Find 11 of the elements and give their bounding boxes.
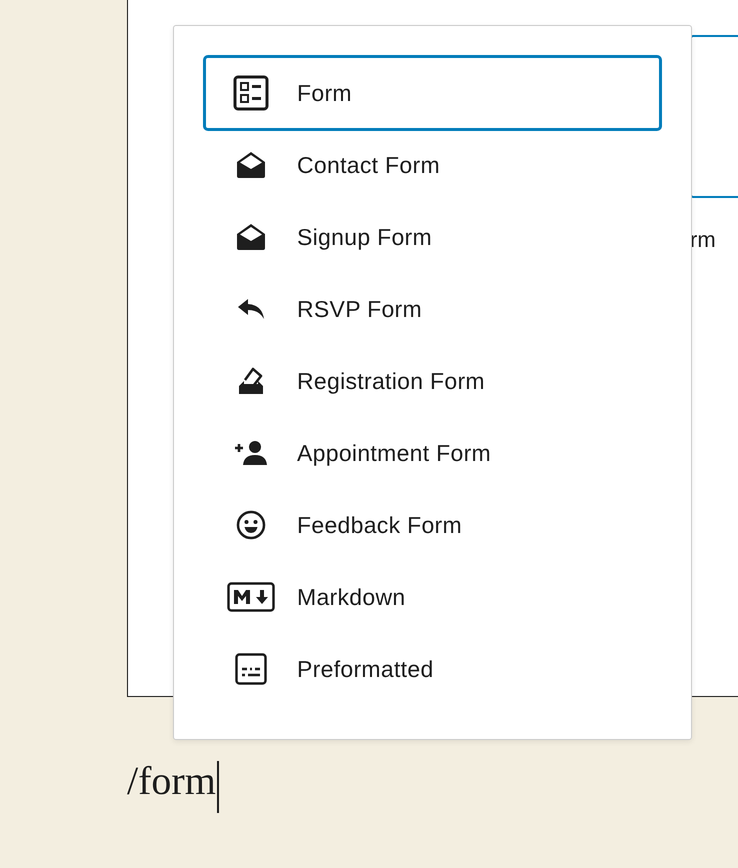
envelope-icon (236, 151, 266, 179)
reply-arrow-icon (237, 298, 265, 320)
person-add-icon (234, 440, 268, 466)
envelope-icon (236, 223, 266, 251)
smiley-face-icon (236, 510, 266, 540)
preformatted-icon (235, 653, 267, 685)
editor-text[interactable]: /form (127, 761, 216, 801)
menu-item[interactable]: Form (203, 55, 662, 131)
text-cursor (216, 761, 219, 813)
markdown-icon (227, 582, 275, 612)
form-icon (233, 75, 269, 111)
